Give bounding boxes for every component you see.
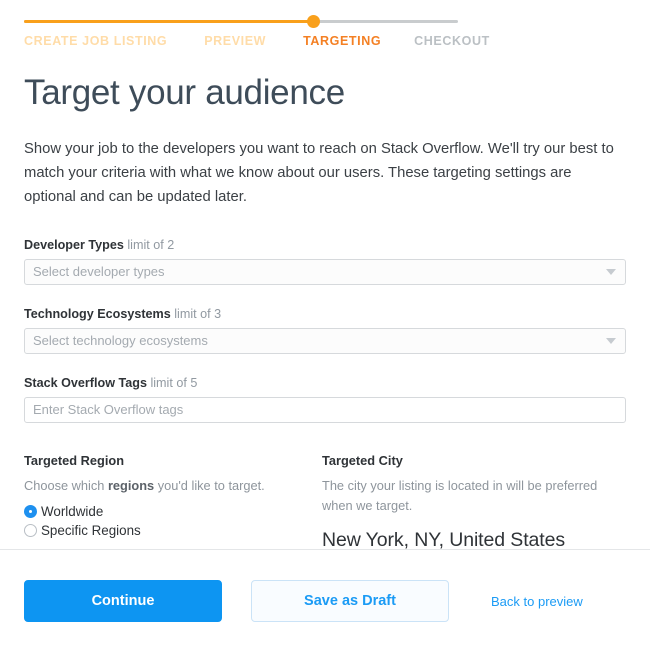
select-placeholder: Select technology ecosystems (33, 333, 208, 349)
select-developer-types[interactable]: Select developer types (24, 259, 626, 286)
page-intro: Show your job to the developers you want… (24, 141, 614, 206)
chevron-down-icon (606, 269, 616, 276)
progress-fill (24, 20, 314, 23)
region-city-columns: Targeted Region Choose which regions you… (24, 453, 626, 552)
select-technology-ecosystems[interactable]: Select technology ecosystems (24, 328, 626, 355)
label-technology-ecosystems: Technology Ecosystems limit of 3 (24, 307, 626, 321)
progress-track (24, 15, 458, 28)
radio-icon-unselected[interactable] (24, 523, 37, 537)
radio-icon-selected[interactable] (24, 504, 37, 518)
region-desc-after: you'd like to target. (154, 478, 265, 494)
step-preview[interactable]: PREVIEW (204, 34, 266, 48)
back-to-preview-link[interactable]: Back to preview (491, 594, 583, 609)
targeted-city-description: The city your listing is located in will… (322, 478, 598, 513)
step-create-job-listing[interactable]: CREATE JOB LISTING (24, 34, 167, 48)
targeted-city-title: Targeted City (322, 453, 403, 469)
label-stack-overflow-tags: Stack Overflow Tags limit of 5 (24, 376, 626, 390)
footer-actions: Continue Save as Draft Back to preview (24, 580, 583, 622)
label-developer-types: Developer Types limit of 2 (24, 238, 626, 252)
label-text: Technology Ecosystems (24, 307, 171, 322)
targeted-region-title: Targeted Region (24, 453, 125, 469)
targeted-region-column: Targeted Region Choose which regions you… (24, 453, 322, 552)
input-stack-overflow-tags[interactable]: Enter Stack Overflow tags (24, 397, 626, 424)
input-placeholder: Enter Stack Overflow tags (33, 402, 184, 418)
targeting-form: Developer Types limit of 2 Select develo… (24, 238, 626, 424)
footer-divider (0, 549, 650, 550)
radio-label: Specific Regions (41, 522, 141, 538)
step-checkout[interactable]: CHECKOUT (414, 34, 490, 48)
radio-option-worldwide[interactable]: Worldwide (24, 504, 322, 519)
page-title: Target your audience (24, 73, 345, 112)
region-desc-before: Choose which (24, 478, 108, 494)
step-labels: CREATE JOB LISTING PREVIEW TARGETING CHE… (24, 34, 489, 48)
radio-option-specific-regions[interactable]: Specific Regions (24, 523, 322, 538)
continue-button[interactable]: Continue (24, 580, 222, 622)
select-placeholder: Select developer types (33, 264, 165, 280)
field-stack-overflow-tags: Stack Overflow Tags limit of 5 Enter Sta… (24, 376, 626, 424)
radio-label: Worldwide (41, 503, 104, 519)
step-targeting[interactable]: TARGETING (303, 34, 381, 48)
field-developer-types: Developer Types limit of 2 Select develo… (24, 238, 626, 286)
label-limit: limit of 3 (174, 307, 222, 322)
field-technology-ecosystems: Technology Ecosystems limit of 3 Select … (24, 307, 626, 355)
targeted-city-column: Targeted City The city your listing is l… (322, 453, 620, 552)
label-limit: limit of 2 (127, 238, 175, 253)
label-text: Developer Types (24, 238, 124, 253)
chevron-down-icon (606, 338, 616, 345)
progress-stepper: CREATE JOB LISTING PREVIEW TARGETING CHE… (0, 0, 650, 48)
save-as-draft-button[interactable]: Save as Draft (251, 580, 449, 622)
targeted-region-description: Choose which regions you'd like to targe… (24, 476, 322, 495)
progress-current-dot (307, 15, 320, 28)
targeting-page: CREATE JOB LISTING PREVIEW TARGETING CHE… (0, 0, 650, 651)
label-limit: limit of 5 (150, 376, 198, 391)
label-text: Stack Overflow Tags (24, 376, 147, 391)
regions-link[interactable]: regions (108, 478, 154, 493)
